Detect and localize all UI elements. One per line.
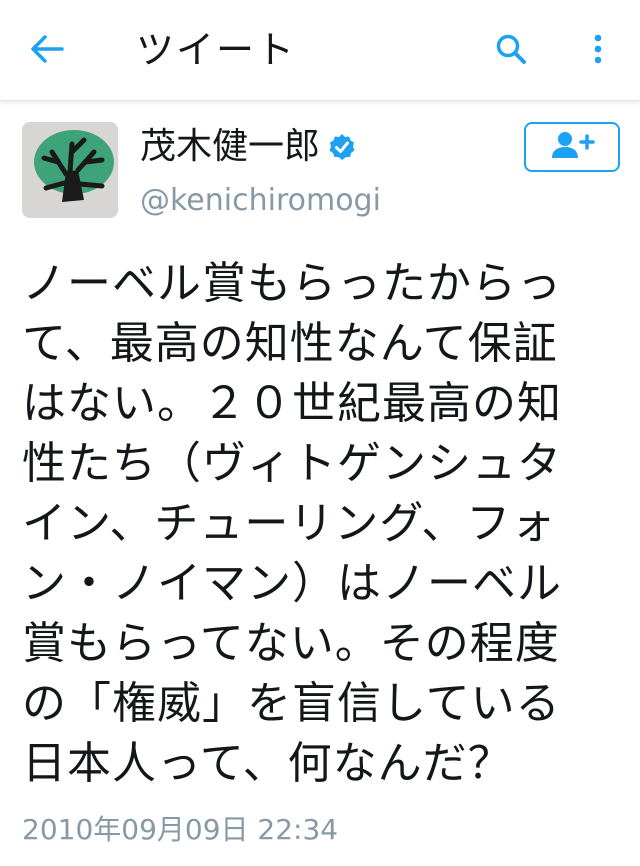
tweet-text-line: 賞もらってない。その程度 xyxy=(22,618,560,669)
follow-button[interactable] xyxy=(524,122,620,172)
tweet-text-line: の「権威」を盲信している xyxy=(22,678,561,729)
tweet-text-line: ン・ノイマン）はノーベル xyxy=(22,558,562,609)
back-button[interactable] xyxy=(22,26,72,76)
tweet-text-line: 日本人って、何なんだ？ xyxy=(22,738,513,789)
arrow-left-icon xyxy=(30,34,64,68)
search-icon xyxy=(495,33,527,69)
avatar[interactable] xyxy=(22,122,118,218)
deer-drawing-avatar xyxy=(22,122,118,218)
author-handle[interactable]: @kenichiromogi xyxy=(140,180,381,222)
tweet-text-line: はない。２０世紀最高の知 xyxy=(22,378,562,429)
author-name-text: 茂木健一郎 xyxy=(140,126,321,167)
author-name[interactable]: 茂木健一郎 xyxy=(140,122,356,172)
page-title: ツイート xyxy=(136,28,297,72)
tweet-text-line: イン、チューリング、フォ xyxy=(22,498,557,549)
more-options-button[interactable] xyxy=(578,26,618,76)
search-button[interactable] xyxy=(486,26,536,76)
follow-user-plus-icon xyxy=(549,130,595,164)
tweet-text-line: て、最高の知性なんて保証 xyxy=(22,318,558,369)
more-vertical-icon xyxy=(594,34,602,68)
tweet-text-line: 性たち（ヴィトゲンシュタ xyxy=(22,438,562,489)
verified-badge-icon xyxy=(328,133,356,161)
tweet-text: ノーベル賞もらったからっ て、最高の知性なんて保証 はない。２０世紀最高の知 性… xyxy=(22,254,622,794)
top-app-bar: ツイート xyxy=(0,0,640,101)
tweet-text-line: ノーベル賞もらったからっ xyxy=(22,258,562,309)
tweet-timestamp: 2010年09月09日 22:34 xyxy=(22,813,339,846)
